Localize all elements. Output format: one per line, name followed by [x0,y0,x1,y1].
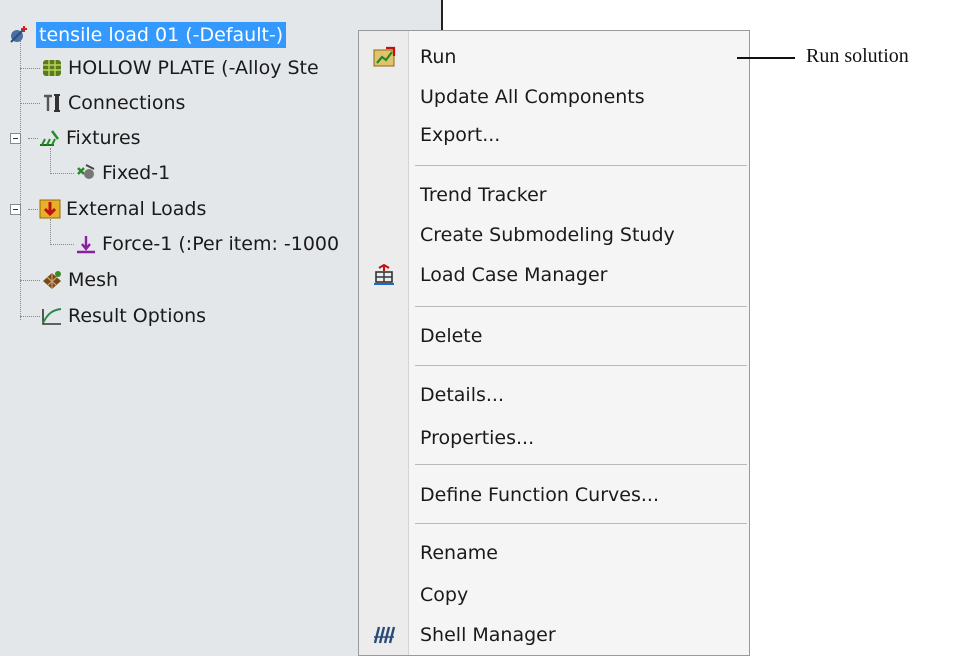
menu-item-shell-manager[interactable]: Shell Manager [359,618,749,652]
menu-item-properties[interactable]: Properties... [359,421,749,455]
tree-item-label: Mesh [68,269,119,291]
menu-separator [415,464,747,465]
fixed-geometry-icon [74,162,98,184]
menu-item-label: Load Case Manager [420,264,608,286]
tree-item-fixtures[interactable]: Fixtures [38,122,141,154]
menu-item-label: Create Submodeling Study [420,224,675,246]
tree-item-force-1[interactable]: Force-1 (:Per item: -1000 [74,228,339,260]
menu-item-delete[interactable]: Delete [359,319,749,353]
menu-item-label: Update All Components [420,86,645,108]
menu-item-label: Copy [420,584,469,606]
shell-manager-icon [371,623,397,647]
menu-item-label: Properties... [420,427,535,449]
menu-item-label: Details... [420,384,504,406]
panel-divider [441,0,443,30]
menu-item-label: Define Function Curves... [420,484,659,506]
study-icon [8,24,32,46]
run-icon [371,45,397,69]
menu-item-label: Shell Manager [420,624,556,646]
part-icon [40,57,64,79]
menu-item-label: Run [420,46,457,68]
result-options-icon [40,305,64,327]
menu-separator [415,306,747,307]
menu-item-label: Trend Tracker [420,184,547,206]
tree-item-label: Force-1 (:Per item: -1000 [102,233,340,255]
mesh-icon [40,269,64,291]
annotation-leader-line [737,57,795,59]
annotation-label: Run solution [806,45,909,67]
collapse-fixtures-icon[interactable] [10,133,21,144]
tree-root-label: tensile load 01 (-Default-) [36,22,287,48]
menu-item-create-submodeling-study[interactable]: Create Submodeling Study [359,218,749,252]
fixtures-icon [38,127,62,149]
menu-item-update-all-components[interactable]: Update All Components [359,80,749,114]
tree-item-label: HOLLOW PLATE (-Alloy Ste [68,57,319,79]
menu-item-details[interactable]: Details... [359,378,749,412]
load-case-manager-icon [371,263,397,287]
menu-item-label: Export... [420,124,501,146]
tree-item-label: Result Options [68,305,207,327]
context-menu: Run Update All Components Export... Tren… [358,30,750,656]
tree-item-label: External Loads [66,198,207,220]
menu-item-copy[interactable]: Copy [359,578,749,612]
tree-item-label: Fixtures [66,127,141,149]
menu-separator [415,365,747,366]
menu-item-load-case-manager[interactable]: Load Case Manager [359,258,749,292]
connections-icon [40,92,64,114]
menu-item-label: Rename [420,542,498,564]
menu-separator [415,523,747,524]
collapse-external-loads-icon[interactable] [10,204,21,215]
menu-item-trend-tracker[interactable]: Trend Tracker [359,178,749,212]
tree-item-result-options[interactable]: Result Options [40,300,206,332]
menu-item-rename[interactable]: Rename [359,536,749,570]
force-icon [74,233,98,255]
menu-item-run[interactable]: Run [359,40,749,74]
tree-item-label: Fixed-1 [102,162,171,184]
tree-item-connections[interactable]: Connections [40,87,185,119]
menu-item-define-function-curves[interactable]: Define Function Curves... [359,478,749,512]
menu-item-export[interactable]: Export... [359,118,749,152]
tree-item-fixed-1[interactable]: Fixed-1 [74,157,170,189]
tree-root-study[interactable]: tensile load 01 (-Default-) [8,20,287,50]
tree-item-hollow-plate[interactable]: HOLLOW PLATE (-Alloy Ste [40,52,319,84]
menu-item-label: Delete [420,325,483,347]
tree-item-mesh[interactable]: Mesh [40,264,118,296]
tree-item-label: Connections [68,92,186,114]
menu-separator [415,165,747,166]
tree-item-external-loads[interactable]: External Loads [38,193,206,225]
external-loads-icon [38,198,62,220]
